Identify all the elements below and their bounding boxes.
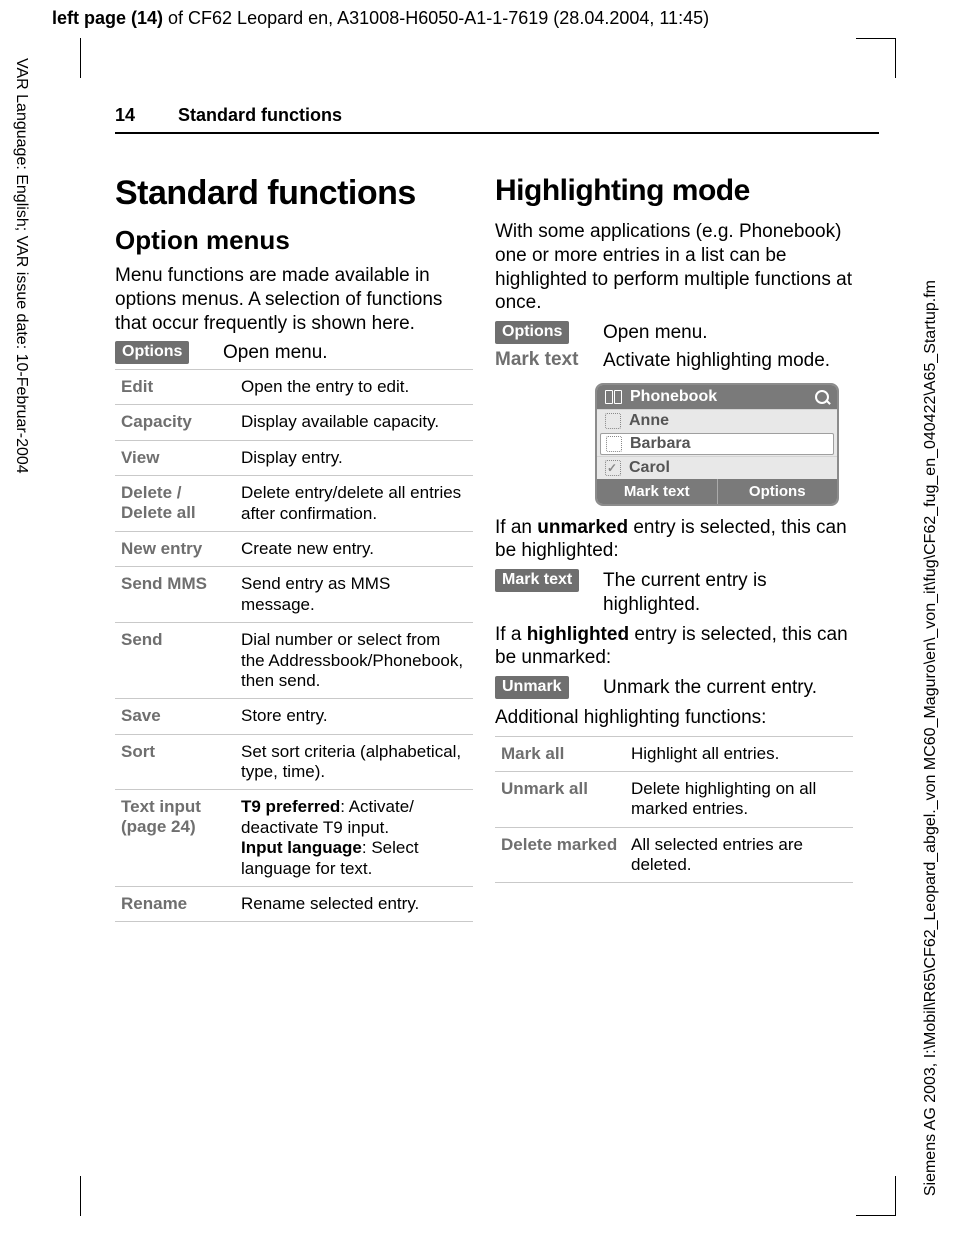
unmarked-para: If an unmarked entry is selected, this c… — [495, 516, 853, 564]
unmark-softkey-chip: Unmark — [495, 676, 569, 699]
doc-header-rest: of CF62 Leopard en, A31008-H6050-A1-1-76… — [163, 8, 709, 28]
list-item-label: Barbara — [630, 435, 690, 453]
list-item: Carol — [597, 456, 837, 479]
row-val: T9 preferred: Activate/ deactivate T9 in… — [235, 790, 473, 886]
table-row: Send Dial number or select from the Addr… — [115, 623, 473, 699]
phone-softkey-bar: Mark text Options — [597, 479, 837, 504]
table-row: View Display entry. — [115, 441, 473, 476]
h1-standard-functions: Standard functions — [115, 174, 473, 213]
table-row: Delete / Delete all Delete entry/delete … — [115, 476, 473, 532]
phone-title: Phonebook — [630, 388, 717, 406]
row-key: View — [115, 441, 235, 475]
unmark-row: Unmark Unmark the current entry. — [495, 676, 853, 700]
table-row: Capacity Display available capacity. — [115, 405, 473, 440]
table-row: Save Store entry. — [115, 699, 473, 734]
options-softkey-chip: Options — [495, 321, 569, 344]
checkbox-icon — [606, 436, 622, 452]
options-open-menu-text: Open menu. — [603, 321, 853, 345]
table-row: Edit Open the entry to edit. — [115, 370, 473, 405]
options-softkey-chip: Options — [115, 341, 189, 364]
marktext-highlight-text: The current entry is highlighted. — [603, 569, 853, 617]
row-key: Rename — [115, 887, 235, 921]
row-key: Capacity — [115, 405, 235, 439]
table-row: Text input (page 24) T9 preferred: Activ… — [115, 790, 473, 887]
row-val: Store entry. — [235, 699, 473, 733]
search-icon — [815, 390, 829, 404]
table-row: Sort Set sort criteria (alphabetical, ty… — [115, 735, 473, 791]
row-key: Mark all — [495, 737, 625, 771]
row-val: Dial number or select from the Addressbo… — [235, 623, 473, 698]
row-key: Unmark all — [495, 772, 625, 827]
doc-header-meta: left page (14) of CF62 Leopard en, A3100… — [52, 8, 709, 29]
row-key: Edit — [115, 370, 235, 404]
row-key: Sort — [115, 735, 235, 790]
var-left-label: VAR Language: English; VAR issue date: 1… — [12, 58, 30, 474]
row-val: Create new entry. — [235, 532, 473, 566]
h1-highlighting-mode: Highlighting mode — [495, 174, 853, 208]
intro-left: Menu functions are made available in opt… — [115, 264, 473, 335]
phone-titlebar: Phonebook — [597, 385, 837, 409]
row-key: Delete / Delete all — [115, 476, 235, 531]
row-val: Display entry. — [235, 441, 473, 475]
doc-header-page: left page (14) — [52, 8, 163, 28]
row-val: All selected entries are deleted. — [625, 828, 853, 883]
options-open-menu-row: Options Open menu. — [495, 321, 853, 345]
row-val: Delete highlighting on all marked entrie… — [625, 772, 853, 827]
row-val: Open the entry to edit. — [235, 370, 473, 404]
phone-list: Anne Barbara Carol — [597, 409, 837, 479]
highlighting-table: Mark all Highlight all entries. Unmark a… — [495, 736, 853, 884]
marktext-softkey-chip: Mark text — [495, 569, 579, 592]
row-val: Display available capacity. — [235, 405, 473, 439]
list-item-selected: Barbara — [600, 433, 834, 455]
row-val: Send entry as MMS message. — [235, 567, 473, 622]
marktext-highlight-row: Mark text The current entry is highlight… — [495, 569, 853, 617]
row-val: Highlight all entries. — [625, 737, 853, 771]
unmark-text: Unmark the current entry. — [603, 676, 853, 700]
table-row: Unmark all Delete highlighting on all ma… — [495, 772, 853, 828]
softkey-left: Mark text — [597, 479, 718, 504]
row-key: New entry — [115, 532, 235, 566]
checkbox-icon — [605, 413, 621, 429]
left-column: Standard functions Option menus Menu fun… — [115, 160, 473, 922]
page-number: 14 — [115, 105, 135, 125]
options-open-menu-row: Options Open menu. — [115, 341, 473, 365]
additional-heading: Additional highlighting functions: — [495, 706, 853, 730]
phone-mock: Phonebook Anne Barbara Carol — [595, 383, 839, 506]
table-row: Delete marked All selected entries are d… — [495, 828, 853, 884]
list-item-label: Carol — [629, 459, 670, 477]
softkey-right: Options — [718, 479, 838, 504]
table-row: New entry Create new entry. — [115, 532, 473, 567]
source-path-label: Siemens AG 2003, I:\Mobil\R65\CF62_Leopa… — [922, 280, 940, 1196]
row-key: Send — [115, 623, 235, 698]
row-key: Text input (page 24) — [115, 790, 235, 886]
row-key: Send MMS — [115, 567, 235, 622]
row-val: Rename selected entry. — [235, 887, 473, 921]
running-head: 14 Standard functions — [115, 105, 879, 134]
table-row: Send MMS Send entry as MMS message. — [115, 567, 473, 623]
option-menu-table: Edit Open the entry to edit. Capacity Di… — [115, 369, 473, 922]
h2-option-menus: Option menus — [115, 225, 473, 256]
options-open-menu-text: Open menu. — [223, 341, 473, 365]
highlighted-para: If a highlighted entry is selected, this… — [495, 623, 853, 671]
row-key: Delete marked — [495, 828, 625, 883]
marktext-label: Mark text — [495, 349, 589, 373]
checkbox-checked-icon — [605, 460, 621, 476]
row-key: Save — [115, 699, 235, 733]
marktext-row: Mark text Activate highlighting mode. — [495, 349, 853, 373]
table-row: Rename Rename selected entry. — [115, 887, 473, 922]
row-val: Delete entry/delete all entries after co… — [235, 476, 473, 531]
list-item: Anne — [597, 409, 837, 432]
row-val: Set sort criteria (alphabetical, type, t… — [235, 735, 473, 790]
table-row: Mark all Highlight all entries. — [495, 737, 853, 772]
intro-right: With some applications (e.g. Phonebook) … — [495, 220, 853, 315]
list-item-label: Anne — [629, 412, 669, 430]
right-column: Highlighting mode With some applications… — [495, 160, 853, 922]
phonebook-icon — [605, 390, 622, 404]
section-title: Standard functions — [178, 105, 342, 125]
marktext-text: Activate highlighting mode. — [603, 349, 853, 373]
